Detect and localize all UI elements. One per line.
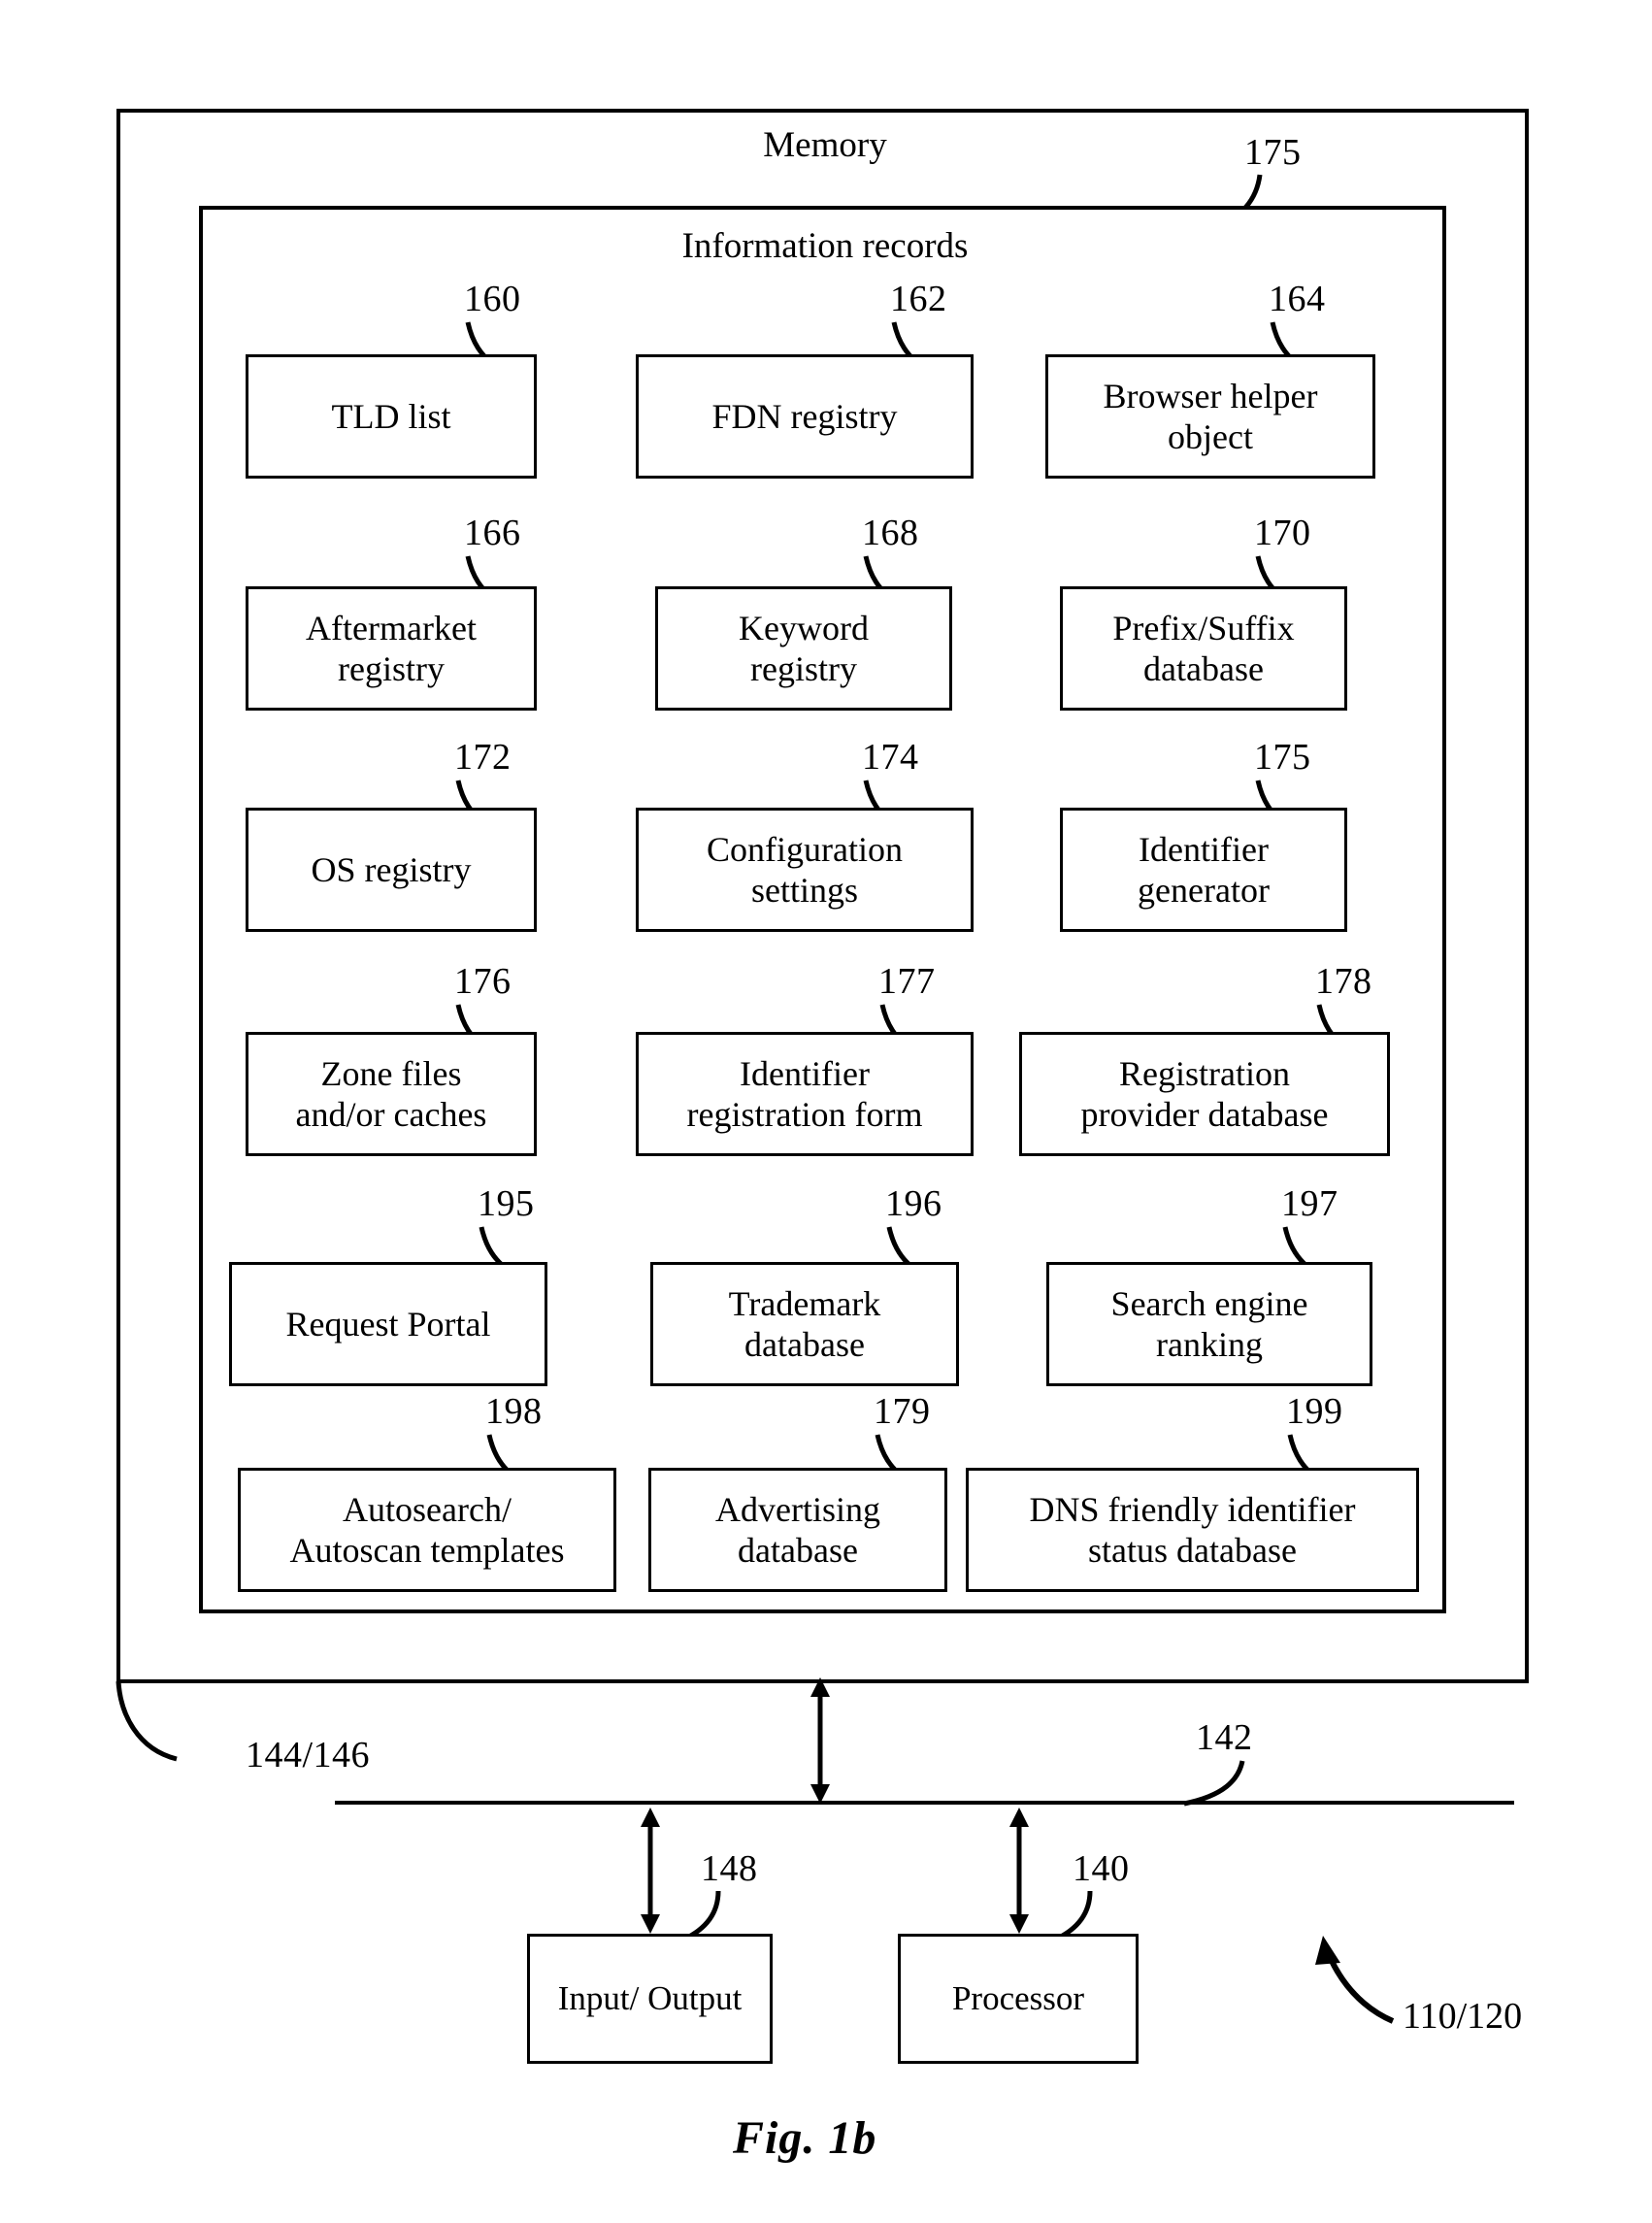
component-box-input-output[interactable]: Input/ Output	[527, 1934, 773, 2064]
record-box-zone-files-and-or-caches[interactable]: Zone files and/or caches	[246, 1032, 537, 1156]
record-label-line: Registration	[1119, 1053, 1290, 1093]
component-label-line: Processor	[951, 1979, 1085, 2018]
ref-196: 196	[885, 1183, 942, 1224]
ref-177: 177	[878, 961, 936, 1002]
record-label-line: database	[744, 1325, 865, 1364]
record-box-tld-list[interactable]: TLD list	[246, 354, 537, 479]
ref-142: 142	[1196, 1717, 1253, 1758]
record-label-line: Identifier	[740, 1053, 870, 1093]
ref-198: 198	[485, 1391, 543, 1432]
ref-197: 197	[1281, 1183, 1338, 1224]
record-label-line: Prefix/Suffix	[1112, 608, 1295, 647]
record-label-line: settings	[750, 871, 858, 910]
record-label-line: TLD list	[331, 396, 451, 436]
record-box-identifier-generator[interactable]: Identifier generator	[1060, 808, 1347, 932]
record-label-line: Autoscan templates	[289, 1531, 565, 1570]
ref-162: 162	[890, 279, 947, 319]
record-label-line: registry	[750, 649, 857, 688]
record-label-line: Keyword	[739, 608, 869, 647]
record-box-request-portal[interactable]: Request Portal	[229, 1262, 547, 1386]
component-label-line: Input/	[557, 1979, 640, 2018]
ref-164: 164	[1269, 279, 1326, 319]
ref-144-146: 144/146	[246, 1735, 371, 1775]
record-box-dns-friendly-identifier-status-database[interactable]: DNS friendly identifier status database	[966, 1468, 1419, 1592]
record-box-aftermarket-registry[interactable]: Aftermarket registry	[246, 586, 537, 711]
record-label-line: Advertising	[715, 1489, 880, 1529]
record-label-line: Trademark	[728, 1283, 881, 1323]
patent-figure-page: Memory 175 Information records 160 TLD l…	[0, 0, 1652, 2223]
record-box-search-engine-ranking[interactable]: Search engine ranking	[1046, 1262, 1372, 1386]
information-records-title: Information records	[681, 226, 969, 266]
ref-176: 176	[454, 961, 512, 1002]
ref-172: 172	[454, 737, 512, 778]
ref-170: 170	[1254, 513, 1311, 553]
ref-166: 166	[464, 513, 521, 553]
record-label-line: Search engine	[1110, 1283, 1308, 1323]
ref-199: 199	[1286, 1391, 1343, 1432]
record-box-fdn-registry[interactable]: FDN registry	[636, 354, 974, 479]
arrow-memory-to-bus	[810, 1677, 830, 1804]
record-box-advertising-database[interactable]: Advertising database	[648, 1468, 947, 1592]
record-label-line: Browser helper	[1103, 376, 1318, 415]
ref-179: 179	[874, 1391, 931, 1432]
system-bus-line	[335, 1801, 1514, 1805]
record-box-autosearch-autoscan-templates[interactable]: Autosearch/ Autoscan templates	[238, 1468, 616, 1592]
record-box-configuration-settings[interactable]: Configuration settings	[636, 808, 974, 932]
record-label-line: ranking	[1156, 1325, 1263, 1364]
record-box-browser-helper-object[interactable]: Browser helper object	[1045, 354, 1375, 479]
record-label-line: Identifier	[1139, 829, 1269, 869]
ref-174: 174	[862, 737, 919, 778]
figure-caption: Fig. 1b	[733, 2112, 877, 2164]
arrow-bus-to-processor	[1009, 1808, 1029, 1934]
ref-140: 140	[1073, 1848, 1130, 1889]
component-label-line: Output	[647, 1979, 743, 2018]
record-label-line: Aftermarket	[306, 608, 477, 647]
leader-arrow-110-120	[1315, 1936, 1395, 2024]
ref-148: 148	[701, 1848, 758, 1889]
record-box-os-registry[interactable]: OS registry	[246, 808, 537, 932]
record-label-line: database	[1143, 649, 1264, 688]
record-box-prefix-suffix-database[interactable]: Prefix/Suffix database	[1060, 586, 1347, 711]
record-label-line: FDN registry	[711, 396, 898, 436]
record-label-line: DNS friendly identifier	[1029, 1489, 1356, 1529]
record-label-line: Autosearch/	[343, 1489, 512, 1529]
ref-168: 168	[862, 513, 919, 553]
record-box-keyword-registry[interactable]: Keyword registry	[655, 586, 952, 711]
memory-title: Memory	[763, 125, 887, 165]
record-box-identifier-registration-form[interactable]: Identifier registration form	[636, 1032, 974, 1156]
record-label-line: Request Portal	[285, 1304, 491, 1344]
record-label-line: status database	[1088, 1531, 1297, 1570]
ref-110-120: 110/120	[1403, 1996, 1523, 2037]
record-label-line: object	[1168, 417, 1253, 456]
record-label-line: and/or caches	[295, 1095, 487, 1134]
record-box-trademark-database[interactable]: Trademark database	[650, 1262, 959, 1386]
leader-line-144-146	[116, 1680, 178, 1762]
record-label-line: Configuration	[707, 829, 903, 869]
record-box-registration-provider-database[interactable]: Registration provider database	[1019, 1032, 1390, 1156]
arrow-bus-to-io	[641, 1808, 660, 1934]
ref-195: 195	[478, 1183, 535, 1224]
record-label-line: generator	[1138, 871, 1270, 910]
component-box-processor[interactable]: Processor	[898, 1934, 1139, 2064]
record-label-line: registry	[338, 649, 445, 688]
memory-ref-175: 175	[1244, 132, 1302, 173]
record-label-line: OS registry	[311, 849, 472, 889]
record-label-line: database	[738, 1531, 858, 1570]
ref-175-identifier-generator: 175	[1254, 737, 1311, 778]
record-label-line: Zone files	[320, 1053, 462, 1093]
record-label-line: registration form	[686, 1095, 923, 1134]
ref-160: 160	[464, 279, 521, 319]
ref-178: 178	[1315, 961, 1372, 1002]
record-label-line: provider database	[1080, 1095, 1329, 1134]
